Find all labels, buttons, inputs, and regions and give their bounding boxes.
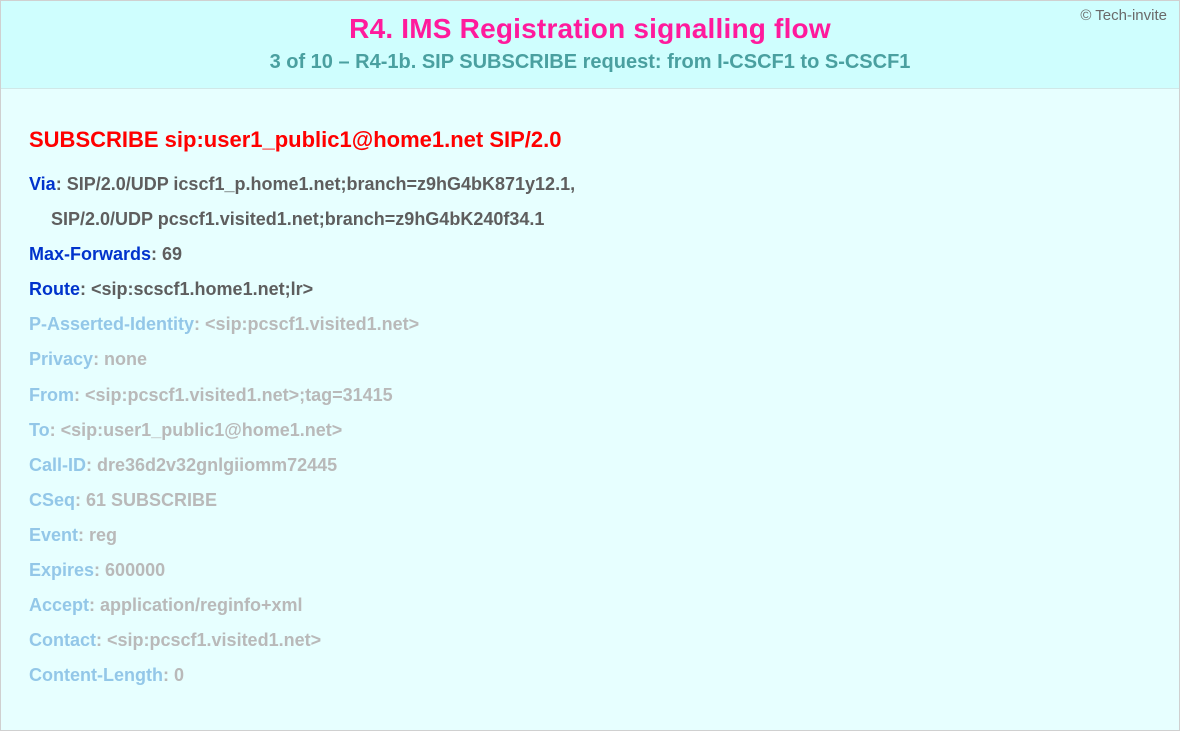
document-header: R4. IMS Registration signalling flow 3 o… <box>1 1 1179 89</box>
header-key: Route <box>29 279 80 299</box>
header-key: Call-ID <box>29 455 86 475</box>
sip-header-contact: Contact: <sip:pcscf1.visited1.net> <box>29 623 1151 658</box>
header-key: Privacy <box>29 349 93 369</box>
sip-request-line: SUBSCRIBE sip:user1_public1@home1.net SI… <box>29 127 1151 153</box>
header-value: : <sip:pcscf1.visited1.net>;tag=31415 <box>74 385 393 405</box>
sip-header-expires: Expires: 600000 <box>29 553 1151 588</box>
sip-header-privacy: Privacy: none <box>29 342 1151 377</box>
header-value: : 0 <box>163 665 184 685</box>
sip-header-route: Route: <sip:scscf1.home1.net;lr> <box>29 272 1151 307</box>
header-value: : <sip:user1_public1@home1.net> <box>50 420 343 440</box>
header-key: From <box>29 385 74 405</box>
header-value: : <sip:pcscf1.visited1.net> <box>194 314 419 334</box>
header-key: Accept <box>29 595 89 615</box>
header-key: CSeq <box>29 490 75 510</box>
header-key: Max-Forwards <box>29 244 151 264</box>
header-value: : 69 <box>151 244 182 264</box>
sip-header-accept: Accept: application/reginfo+xml <box>29 588 1151 623</box>
document-page: © Tech-invite R4. IMS Registration signa… <box>0 0 1180 731</box>
sip-header-content-length: Content-Length: 0 <box>29 658 1151 693</box>
header-value: : application/reginfo+xml <box>89 595 303 615</box>
sip-header-p-asserted-identity: P-Asserted-Identity: <sip:pcscf1.visited… <box>29 307 1151 342</box>
header-value-cont: SIP/2.0/UDP pcscf1.visited1.net;branch=z… <box>51 209 544 229</box>
header-value: : reg <box>78 525 117 545</box>
header-key: P-Asserted-Identity <box>29 314 194 334</box>
sip-header-to: To: <sip:user1_public1@home1.net> <box>29 413 1151 448</box>
copyright-label: © Tech-invite <box>1080 7 1167 24</box>
header-key: Contact <box>29 630 96 650</box>
header-key: To <box>29 420 50 440</box>
document-title: R4. IMS Registration signalling flow <box>1 13 1179 45</box>
sip-header-via: Via: SIP/2.0/UDP icscf1_p.home1.net;bran… <box>29 167 1151 202</box>
sip-header-event: Event: reg <box>29 518 1151 553</box>
header-key: Via <box>29 174 56 194</box>
sip-header-cseq: CSeq: 61 SUBSCRIBE <box>29 483 1151 518</box>
document-subtitle: 3 of 10 – R4-1b. SIP SUBSCRIBE request: … <box>1 51 1179 74</box>
header-value: : <sip:pcscf1.visited1.net> <box>96 630 321 650</box>
sip-header-via-cont: SIP/2.0/UDP pcscf1.visited1.net;branch=z… <box>29 202 1151 237</box>
header-value: : 61 SUBSCRIBE <box>75 490 217 510</box>
sip-message-body: SUBSCRIBE sip:user1_public1@home1.net SI… <box>1 89 1179 713</box>
header-value: : none <box>93 349 147 369</box>
header-value: : SIP/2.0/UDP icscf1_p.home1.net;branch=… <box>56 174 575 194</box>
header-key: Content-Length <box>29 665 163 685</box>
header-value: : 600000 <box>94 560 165 580</box>
sip-header-from: From: <sip:pcscf1.visited1.net>;tag=3141… <box>29 378 1151 413</box>
header-key: Expires <box>29 560 94 580</box>
header-value: : dre36d2v32gnlgiiomm72445 <box>86 455 337 475</box>
header-value: : <sip:scscf1.home1.net;lr> <box>80 279 313 299</box>
header-key: Event <box>29 525 78 545</box>
sip-header-max-forwards: Max-Forwards: 69 <box>29 237 1151 272</box>
sip-header-call-id: Call-ID: dre36d2v32gnlgiiomm72445 <box>29 448 1151 483</box>
